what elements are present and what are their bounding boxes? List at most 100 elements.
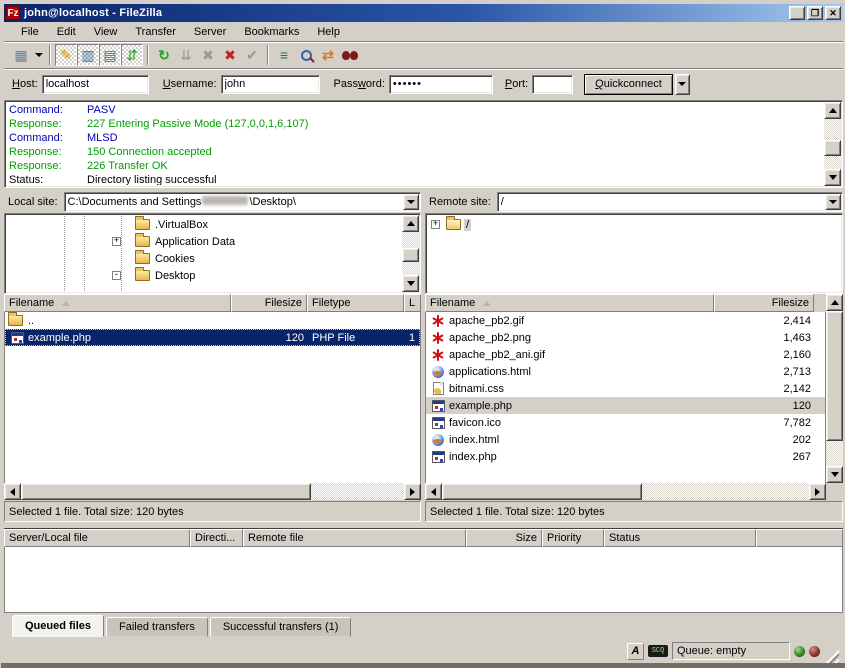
scrollbar-thumb[interactable] <box>21 483 311 500</box>
file-row[interactable]: favicon.ico 7,782 <box>426 414 825 431</box>
file-row[interactable]: bitnami.css 2,142 <box>426 380 825 397</box>
tab-queued-files[interactable]: Queued files <box>12 615 104 637</box>
log-scrollbar[interactable] <box>824 102 841 186</box>
toggle-remote-tree-button[interactable]: ▤ <box>99 44 121 66</box>
menu-server[interactable]: Server <box>185 24 235 40</box>
menu-transfer[interactable]: Transfer <box>126 24 185 40</box>
scroll-down-button[interactable] <box>824 169 841 186</box>
scroll-left-button[interactable] <box>4 483 21 500</box>
directory-filters-button[interactable]: ≡ <box>273 44 295 66</box>
menu-help[interactable]: Help <box>308 24 349 40</box>
password-input[interactable] <box>389 75 493 94</box>
tree-item-root[interactable]: + / <box>428 216 840 233</box>
port-input[interactable] <box>532 75 573 94</box>
scrollbar-thumb[interactable] <box>826 311 843 441</box>
scrollbar-thumb[interactable] <box>824 140 841 156</box>
file-row[interactable]: index.php 267 <box>426 448 825 465</box>
menu-view[interactable]: View <box>85 24 127 40</box>
tree-item-cookies[interactable]: Cookies <box>7 250 401 267</box>
remote-site-label: Remote site: <box>425 196 497 208</box>
scroll-right-button[interactable] <box>404 483 421 500</box>
expand-icon[interactable]: + <box>431 220 440 229</box>
site-manager-button[interactable]: ▦ <box>10 44 32 66</box>
scroll-up-button[interactable] <box>402 215 419 232</box>
tab-failed-transfers[interactable]: Failed transfers <box>106 617 208 637</box>
menu-bookmarks[interactable]: Bookmarks <box>235 24 308 40</box>
file-row-selected[interactable]: example.php 120 <box>426 397 825 414</box>
scroll-up-button[interactable] <box>826 294 843 311</box>
scroll-up-button[interactable] <box>824 102 841 119</box>
remote-horizontal-scrollbar[interactable] <box>425 483 826 500</box>
local-path-combobox[interactable]: C:\Documents and Settings\Desktop\ <box>64 192 421 212</box>
local-horizontal-scrollbar[interactable] <box>4 483 421 500</box>
queue-list[interactable] <box>4 547 843 613</box>
transfer-type-indicator-icon[interactable]: A <box>627 643 644 660</box>
column-header-lastmodified[interactable]: L <box>404 294 421 312</box>
html-file-icon <box>430 365 446 379</box>
speed-limits-icon[interactable]: SCQ <box>648 645 668 657</box>
resize-grip[interactable] <box>824 648 839 663</box>
quickconnect-button[interactable]: Quickconnect <box>584 74 673 95</box>
tree-item-desktop[interactable]: - Desktop <box>7 267 401 284</box>
reconnect-button[interactable]: ✔ <box>241 44 263 66</box>
find-files-button[interactable] <box>339 44 361 66</box>
username-label: Username: <box>163 78 217 90</box>
scroll-left-button[interactable] <box>425 483 442 500</box>
maximize-button[interactable]: ❐ <box>807 6 823 20</box>
queue-column-size[interactable]: Size <box>466 529 542 547</box>
queue-column-priority[interactable]: Priority <box>542 529 604 547</box>
remote-vertical-scrollbar[interactable] <box>826 294 843 483</box>
menu-file[interactable]: File <box>12 24 48 40</box>
quickconnect-dropdown[interactable] <box>675 74 690 95</box>
remote-site-bar: Remote site: / <box>425 192 843 212</box>
remote-path-combobox[interactable]: / <box>497 192 843 212</box>
file-row[interactable]: index.html 202 <box>426 431 825 448</box>
local-path-dropdown[interactable] <box>403 194 419 210</box>
close-button[interactable]: ✕ <box>825 6 841 20</box>
html-file-icon <box>430 433 446 447</box>
remote-path-dropdown[interactable] <box>825 194 841 210</box>
site-manager-dropdown[interactable] <box>32 44 45 66</box>
queue-column-server-local[interactable]: Server/Local file <box>4 529 190 547</box>
scroll-down-button[interactable] <box>402 275 419 292</box>
file-row[interactable]: applications.html 2,713 <box>426 363 825 380</box>
file-row[interactable]: apache_pb2_ani.gif 2,160 <box>426 346 825 363</box>
css-file-icon <box>430 382 446 396</box>
column-header-filetype[interactable]: Filetype <box>307 294 404 312</box>
directory-comparison-button[interactable] <box>295 44 317 66</box>
scrollbar-thumb[interactable] <box>402 248 419 262</box>
disconnect-button[interactable]: ✖ <box>219 44 241 66</box>
file-row-updir[interactable]: .. <box>5 312 420 329</box>
process-queue-button[interactable]: ⇊ <box>175 44 197 66</box>
scroll-down-button[interactable] <box>826 466 843 483</box>
cancel-operation-button[interactable]: ✖ <box>197 44 219 66</box>
menu-edit[interactable]: Edit <box>48 24 85 40</box>
tree-item-virtualbox[interactable]: .VirtualBox <box>7 216 401 233</box>
apache-file-icon <box>430 331 446 345</box>
toggle-message-log-button[interactable]: ✎ <box>55 44 77 66</box>
queue-column-direction[interactable]: Directi... <box>190 529 243 547</box>
toggle-queue-button[interactable]: ⇵ <box>121 44 143 66</box>
collapse-icon[interactable]: - <box>112 271 121 280</box>
file-row-example-php[interactable]: example.php 120 PHP File 1 <box>5 329 420 346</box>
tree-item-application-data[interactable]: + Application Data <box>7 233 401 250</box>
host-input[interactable] <box>42 75 149 94</box>
scrollbar-thumb[interactable] <box>442 483 642 500</box>
expand-icon[interactable]: + <box>112 237 121 246</box>
column-header-filename[interactable]: Filename <box>425 294 714 312</box>
minimize-button[interactable]: _ <box>789 6 805 20</box>
file-row[interactable]: apache_pb2.gif 2,414 <box>426 312 825 329</box>
column-header-filesize[interactable]: Filesize <box>231 294 307 312</box>
toggle-local-tree-button[interactable]: ▥ <box>77 44 99 66</box>
scroll-right-button[interactable] <box>809 483 826 500</box>
queue-column-status[interactable]: Status <box>604 529 756 547</box>
file-row[interactable]: apache_pb2.png 1,463 <box>426 329 825 346</box>
username-input[interactable] <box>221 75 320 94</box>
column-header-filename[interactable]: Filename <box>4 294 231 312</box>
local-tree-scrollbar[interactable] <box>402 215 419 292</box>
column-header-filesize[interactable]: Filesize <box>714 294 814 312</box>
tab-successful-transfers[interactable]: Successful transfers (1) <box>210 617 352 637</box>
queue-column-remote-file[interactable]: Remote file <box>243 529 466 547</box>
synchronized-browsing-button[interactable]: ⇄ <box>317 44 339 66</box>
refresh-button[interactable]: ↻ <box>153 44 175 66</box>
